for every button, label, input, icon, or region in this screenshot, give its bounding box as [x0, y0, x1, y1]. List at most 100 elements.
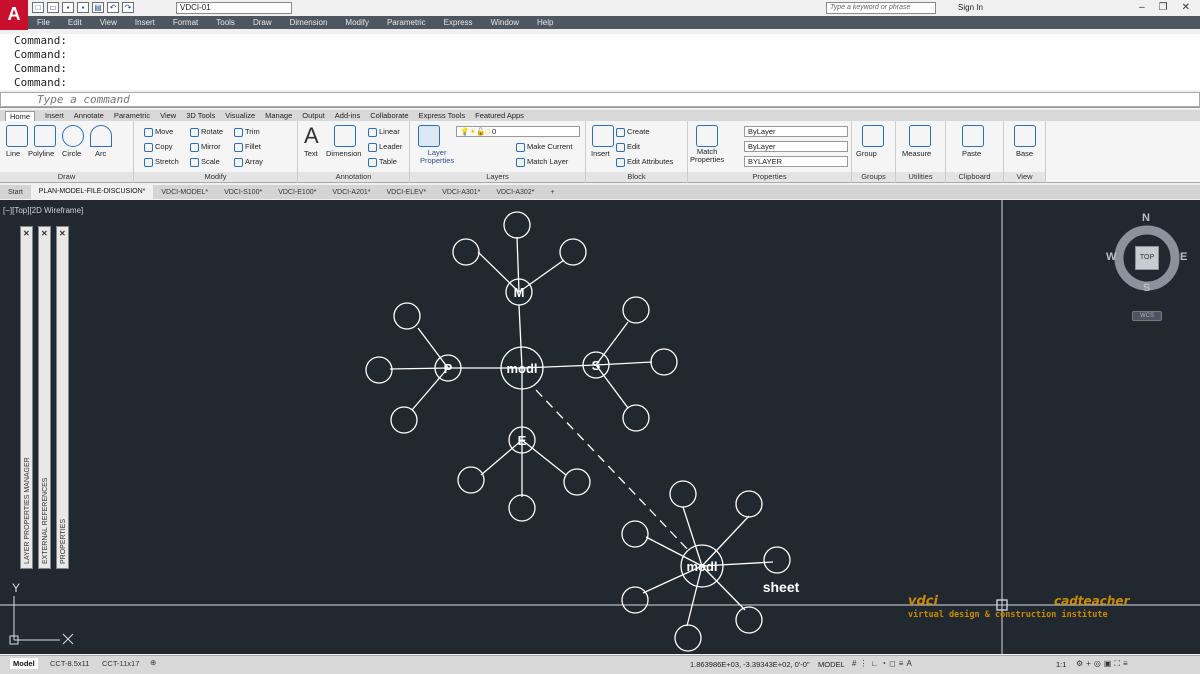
new-icon[interactable]: □: [32, 2, 44, 13]
tab-featured-apps[interactable]: Featured Apps: [475, 111, 524, 120]
tab-annotate[interactable]: Annotate: [74, 111, 104, 120]
app-menu-button[interactable]: A: [0, 0, 28, 30]
menu-modify[interactable]: Modify: [345, 18, 369, 27]
create-block-button[interactable]: Create: [616, 127, 650, 137]
osnap-icon[interactable]: ◻: [889, 659, 899, 668]
file-tab-vdci-a201[interactable]: VDCI-A201*: [324, 189, 378, 196]
mirror-button[interactable]: Mirror: [190, 142, 221, 152]
search-input[interactable]: Type a keyword or phrase: [826, 2, 936, 14]
linetype-dropdown[interactable]: ByLayer: [744, 141, 848, 152]
tab-express-tools[interactable]: Express Tools: [419, 111, 466, 120]
viewcube-east[interactable]: E: [1180, 251, 1187, 263]
menu-tools[interactable]: Tools: [216, 18, 235, 27]
color-dropdown[interactable]: ByLayer: [744, 126, 848, 137]
viewcube-north[interactable]: N: [1142, 212, 1150, 224]
wcs-menu[interactable]: WCS: [1132, 311, 1162, 321]
undo-icon[interactable]: ↶: [107, 2, 119, 13]
block-panel-title[interactable]: Block: [586, 172, 687, 182]
menu-parametric[interactable]: Parametric: [387, 18, 426, 27]
trim-button[interactable]: Trim: [234, 127, 260, 137]
measure-icon[interactable]: [909, 125, 931, 147]
arc-icon[interactable]: [90, 125, 112, 147]
file-tab-start[interactable]: Start: [0, 189, 31, 196]
rotate-button[interactable]: Rotate: [190, 127, 223, 137]
snap-icon[interactable]: ⋮: [859, 659, 870, 668]
command-input[interactable]: Type a command: [0, 92, 1200, 107]
viewcube-top-face[interactable]: TOP: [1135, 246, 1159, 270]
annotation-scale[interactable]: 1:1: [1056, 660, 1066, 669]
redo-icon[interactable]: ↷: [122, 2, 134, 13]
layer-properties-button[interactable]: Layer Properties: [420, 149, 454, 165]
menu-dimension[interactable]: Dimension: [290, 18, 328, 27]
menu-format[interactable]: Format: [173, 18, 198, 27]
measure-button[interactable]: Measure: [902, 149, 931, 158]
arc-button[interactable]: Arc: [95, 149, 106, 158]
fullscreen-icon[interactable]: ⛶: [1114, 659, 1123, 668]
polar-icon[interactable]: ◔: [881, 659, 889, 668]
table-button[interactable]: Table: [368, 157, 397, 167]
plus-icon[interactable]: +: [1086, 659, 1094, 668]
circle-button[interactable]: Circle: [62, 149, 81, 158]
copy-button[interactable]: Copy: [144, 142, 173, 152]
leader-button[interactable]: Leader: [368, 142, 402, 152]
dimension-button[interactable]: Dimension: [326, 149, 361, 158]
layers-panel-title[interactable]: Layers: [410, 172, 585, 182]
linear-button[interactable]: Linear: [368, 127, 400, 137]
polyline-button[interactable]: Polyline: [28, 149, 54, 158]
tab-view[interactable]: View: [160, 111, 176, 120]
tab-home[interactable]: Home: [5, 110, 36, 121]
tab-output[interactable]: Output: [302, 111, 325, 120]
customize-icon[interactable]: ≡: [1123, 659, 1131, 668]
menu-draw[interactable]: Draw: [253, 18, 272, 27]
modify-panel-title[interactable]: Modify: [134, 172, 297, 182]
file-tab-vdci-s100[interactable]: VDCI-S100*: [216, 189, 270, 196]
move-button[interactable]: Move: [144, 127, 173, 137]
file-tab-vdci-elev[interactable]: VDCI-ELEV*: [378, 189, 434, 196]
menu-edit[interactable]: Edit: [68, 18, 82, 27]
make-current-button[interactable]: Make Current: [516, 142, 572, 152]
match-properties-button[interactable]: Match Properties: [690, 148, 724, 164]
hardware-icon[interactable]: ▣: [1104, 659, 1115, 668]
tab-insert[interactable]: Insert: [45, 111, 64, 120]
text-icon[interactable]: A: [304, 123, 319, 149]
edit-block-button[interactable]: Edit: [616, 142, 640, 152]
new-tab-icon[interactable]: +: [542, 189, 562, 196]
draw-panel-title[interactable]: Draw: [0, 172, 133, 182]
circle-icon[interactable]: [62, 125, 84, 147]
file-tab-vdci-model[interactable]: VDCI-MODEL*: [153, 189, 216, 196]
groups-panel-title[interactable]: Groups: [852, 172, 895, 182]
utilities-panel-title[interactable]: Utilities: [896, 172, 945, 182]
array-button[interactable]: Array: [234, 157, 263, 167]
tab-collaborate[interactable]: Collaborate: [370, 111, 408, 120]
base-button[interactable]: Base: [1016, 149, 1033, 158]
close-icon[interactable]: ✕: [1182, 2, 1190, 13]
menu-file[interactable]: File: [37, 18, 50, 27]
sign-in-link[interactable]: Sign In: [958, 3, 983, 12]
ortho-icon[interactable]: ∟: [870, 659, 881, 668]
layout-tab-model[interactable]: Model: [10, 658, 38, 669]
file-tab-vdci-a301[interactable]: VDCI-A301*: [434, 189, 488, 196]
paste-icon[interactable]: [962, 125, 984, 147]
drafting-toggles[interactable]: #⋮∟◔◻≡A: [852, 659, 915, 668]
tab-manage[interactable]: Manage: [265, 111, 292, 120]
viewcube-west[interactable]: W: [1106, 251, 1116, 263]
group-icon[interactable]: [862, 125, 884, 147]
file-tab-vdci-a302[interactable]: VDCI-A302*: [488, 189, 542, 196]
stretch-button[interactable]: Stretch: [144, 157, 179, 167]
file-tab-plan-model[interactable]: PLAN-MODEL-FILE-DISCUSION*: [30, 185, 154, 199]
annotation-icon[interactable]: A: [906, 659, 914, 668]
polyline-icon[interactable]: [34, 125, 56, 147]
status-tools[interactable]: ⚙+◎▣⛶≡: [1076, 659, 1131, 669]
line-button[interactable]: Line: [6, 149, 20, 158]
dimension-icon[interactable]: [334, 125, 356, 147]
group-button[interactable]: Group: [856, 149, 877, 158]
lineweight-dropdown[interactable]: BYLAYER: [744, 156, 848, 167]
insert-icon[interactable]: [592, 125, 614, 147]
match-layer-button[interactable]: Match Layer: [516, 157, 568, 167]
menu-insert[interactable]: Insert: [135, 18, 155, 27]
tab-parametric[interactable]: Parametric: [114, 111, 150, 120]
file-tab-vdci-e100[interactable]: VDCI-E100*: [270, 189, 324, 196]
layout-tab-cct-8-5x11[interactable]: CCT-8.5x11: [50, 659, 89, 668]
viewcube[interactable]: N S E W TOP WCS: [1100, 206, 1200, 321]
save-icon[interactable]: ▪: [62, 2, 74, 13]
